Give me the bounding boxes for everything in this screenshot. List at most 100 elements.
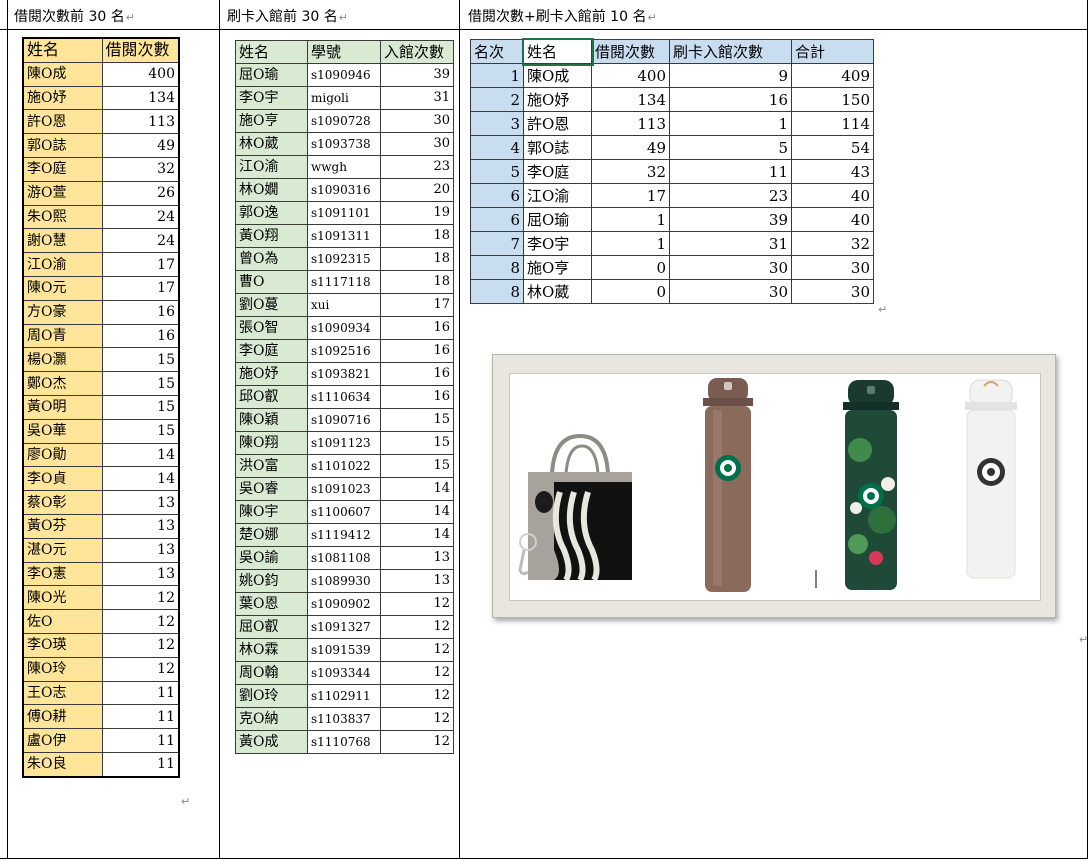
table-row: 克O納 s1103837 12: [235, 707, 454, 731]
table-row: 周O翰 s1093344 12: [235, 661, 454, 685]
student-id-cell: s1089930: [307, 569, 381, 593]
rank-cell: 8: [470, 255, 524, 280]
rank-cell: 1: [470, 63, 524, 88]
table-row: 黃O成 s1110768 12: [235, 730, 454, 754]
prize-photo[interactable]: [492, 354, 1056, 618]
student-id-cell: migoli: [307, 86, 381, 110]
table-row: 劉O蔓 xui 17: [235, 293, 454, 317]
paragraph-mark: ↵: [181, 795, 191, 808]
name-cell: 陳O玲: [22, 656, 103, 682]
table-row: 施O妤 134: [22, 85, 180, 111]
entry-count-cell: 23: [669, 183, 792, 208]
name-cell: 張O智: [235, 316, 308, 340]
table-row: 朱O良 11: [22, 751, 180, 778]
borrow-count-cell: 16: [101, 299, 180, 325]
tote-bag-icon: [518, 433, 632, 582]
borrow-count-cell: 12: [101, 632, 180, 658]
entry-count-cell: 30: [380, 132, 454, 156]
column-header: 刷卡入館次數: [669, 39, 792, 64]
header-row-divider: [0, 29, 1088, 30]
name-cell: 李O庭: [235, 339, 308, 363]
name-cell: 屈O叡: [235, 615, 308, 639]
column-header: 借閱次數: [101, 37, 180, 63]
name-cell: 陳O成: [523, 63, 592, 88]
borrow-count-cell: 13: [101, 537, 180, 563]
table-row: 4 郭O誌 49 5 54: [470, 135, 874, 160]
table-row: 葉O恩 s1090902 12: [235, 592, 454, 616]
table-row: 吳O諭 s1081108 13: [235, 546, 454, 570]
name-cell: 江O渝: [523, 183, 592, 208]
bronze-tumbler-icon: [703, 378, 753, 592]
student-id-cell: s1100607: [307, 500, 381, 524]
name-cell: 陳O光: [22, 585, 103, 611]
name-cell: 陳O穎: [235, 408, 308, 432]
entry-count-cell: 12: [380, 661, 454, 685]
entry-count-cell: 23: [380, 155, 454, 179]
combined-ranking-table: 名次 姓名 借閱次數 刷卡入館次數 合計 1 陳O成 400 9 409 2 施O妤 134 16 150 3…: [470, 37, 874, 304]
name-cell: 王O志: [22, 680, 103, 706]
table-row: 黃O明 15: [22, 394, 180, 420]
name-cell: 屈O瑜: [235, 63, 308, 87]
column-divider-1: [219, 0, 220, 858]
name-cell: 林O霖: [235, 638, 308, 662]
rank-cell: 5: [470, 159, 524, 184]
rank-cell: 6: [470, 207, 524, 232]
student-id-cell: s1090728: [307, 109, 381, 133]
borrow-count-cell: 134: [591, 87, 670, 112]
student-id-cell: s1092516: [307, 339, 381, 363]
name-cell: 廖O勛: [22, 442, 103, 468]
student-id-cell: s1091311: [307, 224, 381, 248]
borrow-count-cell: 17: [591, 183, 670, 208]
table-row: 邱O叡 s1110634 16: [235, 385, 454, 409]
white-tumbler-icon: [965, 379, 1017, 579]
total-cell: 43: [791, 159, 874, 184]
name-cell: 蔡O彰: [22, 490, 103, 515]
table-row: 施O亨 s1090728 30: [235, 109, 454, 133]
name-cell: 周O翰: [235, 661, 308, 685]
name-cell: 李O庭: [523, 159, 592, 184]
student-id-cell: s1093821: [307, 362, 381, 386]
student-id-cell: s1102911: [307, 684, 381, 708]
table-row: 李O憲 13: [22, 561, 180, 587]
column-divider-2: [459, 0, 460, 858]
name-cell: 許O恩: [22, 109, 103, 135]
table-row: 陳O穎 s1090716 15: [235, 408, 454, 432]
table-row: 曹O s1117118 18: [235, 270, 454, 294]
table-row: 8 林O葳 0 30 30: [470, 279, 874, 304]
name-cell: 楊O灝: [22, 347, 103, 373]
name-cell: 陳O翔: [235, 431, 308, 455]
table-row: 屈O瑜 s1090946 39: [235, 63, 454, 87]
entry-count-cell: 16: [380, 362, 454, 386]
entry-count-cell: 14: [380, 477, 454, 501]
table-row: 廖O勛 14: [22, 442, 180, 468]
borrow-count-cell: 15: [101, 418, 180, 444]
entry-count-cell: 39: [380, 63, 454, 87]
entry-count-cell: 15: [380, 454, 454, 478]
borrow-count-cell: 11: [101, 704, 180, 730]
student-id-cell: s1092315: [307, 247, 381, 271]
student-id-cell: s1081108: [307, 546, 381, 570]
total-cell: 30: [791, 279, 874, 304]
borrow-count-cell: 1: [591, 231, 670, 256]
name-cell: 林O嫺: [235, 178, 308, 202]
table-row: 6 江O渝 17 23 40: [470, 183, 874, 208]
name-cell: 朱O良: [22, 751, 103, 778]
table-border-right: [1087, 0, 1088, 858]
name-cell: 傅O耕: [22, 704, 103, 730]
name-cell: 陳O成: [22, 61, 103, 87]
table-row: 楊O灝 15: [22, 347, 180, 373]
student-id-cell: s1119412: [307, 523, 381, 547]
name-cell: 葉O恩: [235, 592, 308, 616]
name-cell: 朱O熙: [22, 204, 103, 230]
entry-count-cell: 30: [669, 255, 792, 280]
student-id-cell: s1091101: [307, 201, 381, 225]
entry-count-cell: 12: [380, 592, 454, 616]
total-cell: 30: [791, 255, 874, 280]
entry-count-cell: 16: [669, 87, 792, 112]
heading-entry-top30: 刷卡入館前 30 名↵: [227, 9, 348, 25]
name-cell: 江O渝: [22, 252, 103, 277]
student-id-cell: s1091327: [307, 615, 381, 639]
name-cell: 郭O誌: [523, 135, 592, 160]
entry-count-cell: 1: [669, 111, 792, 136]
name-cell: 江O渝: [235, 155, 308, 179]
